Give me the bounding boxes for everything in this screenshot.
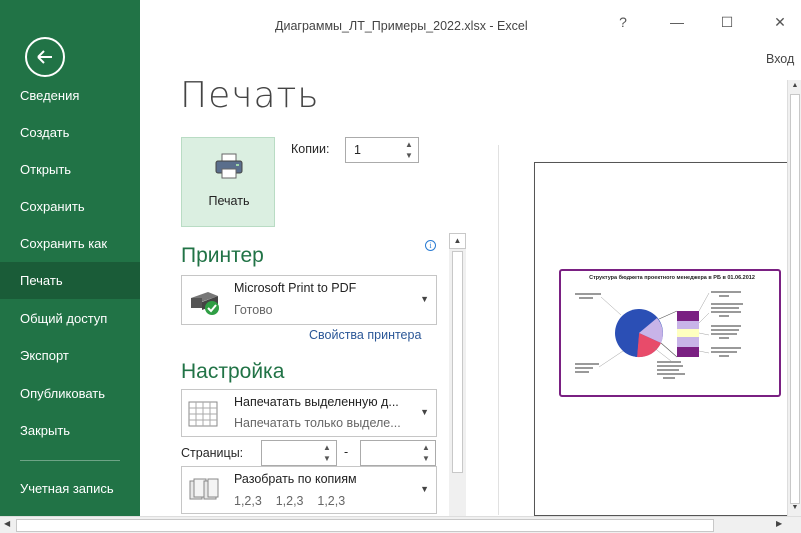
- horizontal-scrollbar[interactable]: ◀ ▶: [0, 516, 801, 533]
- nav-info[interactable]: Сведения: [0, 77, 140, 114]
- sign-in-link[interactable]: Вход: [766, 52, 794, 66]
- scroll-thumb[interactable]: [452, 251, 463, 473]
- chevron-down-icon: ▼: [420, 294, 429, 304]
- spin-arrows-icon[interactable]: ▲ ▼: [404, 139, 414, 161]
- scroll-thumb[interactable]: [16, 519, 714, 532]
- scroll-right-icon[interactable]: ▶: [776, 519, 782, 528]
- spin-arrows-icon[interactable]: ▲ ▼: [322, 442, 332, 464]
- settings-header: Настройка: [181, 360, 285, 383]
- print-button[interactable]: Печать: [181, 137, 275, 227]
- printer-icon: [215, 153, 243, 179]
- nav-save-as[interactable]: Сохранить как: [0, 225, 140, 262]
- printer-dropdown[interactable]: Microsoft Print to PDF Готово ▼: [181, 275, 437, 325]
- printer-properties-link[interactable]: Свойства принтера: [309, 328, 421, 342]
- printer-header: Принтер: [181, 244, 264, 267]
- nav-export[interactable]: Экспорт: [0, 337, 140, 374]
- preview-chart: Структура бюджета проектного менеджера в…: [559, 269, 781, 397]
- nav-publish[interactable]: Опубликовать: [0, 375, 140, 412]
- nav-print[interactable]: Печать: [0, 262, 140, 299]
- scroll-up-icon[interactable]: ▲: [788, 82, 801, 89]
- pie-of-bar-chart-graphic: [575, 291, 743, 379]
- copies-value: 1: [354, 143, 361, 157]
- maximize-button[interactable]: ☐: [712, 14, 742, 31]
- print-button-label: Печать: [208, 194, 250, 208]
- collate-pages-icon: [189, 478, 219, 500]
- printer-status: Готово: [234, 303, 273, 317]
- spin-arrows-icon[interactable]: ▲ ▼: [421, 442, 431, 464]
- chevron-down-icon: ▼: [420, 484, 429, 494]
- nav-save[interactable]: Сохранить: [0, 188, 140, 225]
- print-scope-main: Напечатать выделенную д...: [234, 395, 399, 409]
- collate-dropdown[interactable]: Разобрать по копиям 1,2,3 1,2,3 1,2,3 ▼: [181, 466, 437, 514]
- back-arrow-icon: [37, 50, 52, 64]
- preview-vertical-scrollbar[interactable]: ▲ ▼: [787, 80, 801, 516]
- scroll-thumb[interactable]: [790, 94, 800, 504]
- print-scope-sub: Напечатать только выделе...: [234, 416, 401, 430]
- nav-close[interactable]: Закрыть: [0, 412, 140, 449]
- printer-name: Microsoft Print to PDF: [234, 281, 357, 295]
- scroll-down-icon[interactable]: ▼: [788, 504, 801, 511]
- printer-device-icon: [191, 292, 219, 315]
- collate-main: Разобрать по копиям: [234, 472, 357, 486]
- collate-sub: 1,2,3 1,2,3 1,2,3: [234, 494, 346, 508]
- back-button[interactable]: [25, 37, 65, 77]
- close-button[interactable]: ✕: [765, 14, 795, 31]
- nav-open[interactable]: Открыть: [0, 151, 140, 188]
- nav-divider: [20, 460, 120, 461]
- scroll-up-icon[interactable]: ▲: [449, 233, 466, 249]
- copies-spinner[interactable]: 1 ▲ ▼: [345, 137, 419, 163]
- pane-divider: [498, 145, 499, 515]
- info-icon[interactable]: i: [425, 240, 436, 251]
- selection-grid-icon: [188, 401, 218, 427]
- window-title: Диаграммы_ЛТ_Примеры_2022.xlsx - Excel: [275, 19, 528, 33]
- chevron-down-icon: ▼: [420, 407, 429, 417]
- nav-account[interactable]: Учетная запись: [0, 470, 140, 507]
- pages-dash: -: [344, 445, 349, 459]
- backstage-sidebar: Сведения Создать Открыть Сохранить Сохра…: [0, 0, 140, 516]
- pages-to-spinner[interactable]: ▲ ▼: [360, 440, 436, 466]
- page-title: Печать: [180, 75, 320, 116]
- pages-label: Страницы:: [181, 446, 244, 460]
- pages-from-spinner[interactable]: ▲ ▼: [261, 440, 337, 466]
- nav-new[interactable]: Создать: [0, 114, 140, 151]
- minimize-button[interactable]: —: [662, 14, 692, 30]
- help-button[interactable]: ?: [608, 14, 638, 30]
- scroll-left-icon[interactable]: ◀: [4, 519, 10, 528]
- print-preview-page: Структура бюджета проектного менеджера в…: [534, 162, 792, 516]
- nav-share[interactable]: Общий доступ: [0, 300, 140, 337]
- settings-scrollbar[interactable]: ▲: [449, 233, 466, 516]
- copies-label: Копии:: [291, 142, 330, 156]
- print-scope-dropdown[interactable]: Напечатать выделенную д... Напечатать то…: [181, 389, 437, 437]
